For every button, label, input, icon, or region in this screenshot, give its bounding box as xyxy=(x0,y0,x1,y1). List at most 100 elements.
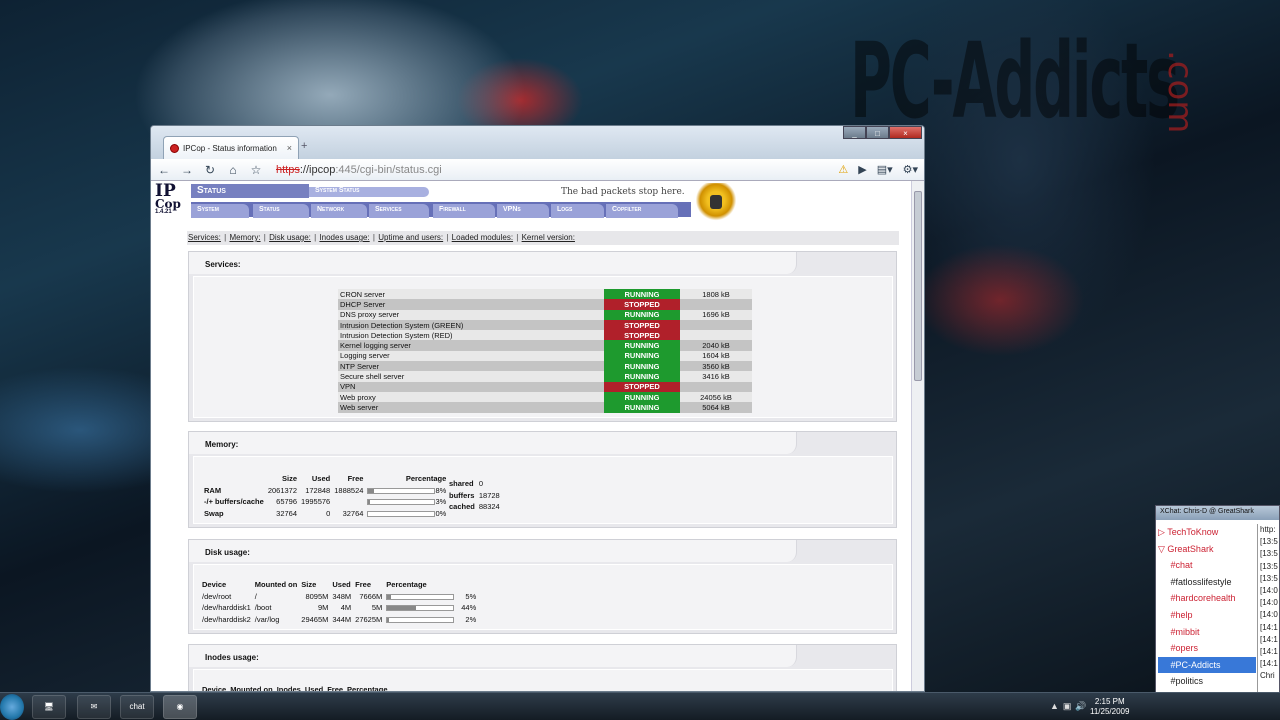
channel-item[interactable]: ▷ TechToKnow xyxy=(1158,524,1256,541)
channel-item[interactable]: #chat xyxy=(1158,557,1256,574)
xchat-title[interactable]: XChat: Chris-D @ GreatShark xyxy=(1156,506,1279,520)
service-name: DHCP Server xyxy=(338,299,604,310)
inodes-title: Inodes usage: xyxy=(205,653,259,662)
service-status: RUNNING xyxy=(604,340,680,351)
jump-link[interactable]: Disk usage: xyxy=(269,233,311,242)
bookmark-star-icon[interactable]: ☆ xyxy=(249,163,263,177)
nav-tab-status[interactable]: Status xyxy=(253,204,309,218)
channel-label: #fatlosslifestyle xyxy=(1170,576,1232,587)
scrollbar-thumb[interactable] xyxy=(914,191,922,381)
channel-item[interactable]: #fatlosslifestyle xyxy=(1158,574,1256,591)
chat-log-line: [13:5 xyxy=(1260,537,1278,547)
usage-bar xyxy=(386,605,455,612)
service-memory xyxy=(680,299,752,310)
nav-tab-firewall[interactable]: Firewall xyxy=(433,204,495,218)
nav-tab-logs[interactable]: Logs xyxy=(551,204,604,218)
desktop-wallpaper: PC-Addicts .com IPCop - Status informati… xyxy=(0,0,1280,692)
tab-ipcop-status[interactable]: IPCop - Status information × xyxy=(163,136,299,159)
channel-item[interactable]: #hardcorehealth xyxy=(1158,590,1256,607)
channel-item[interactable]: #politics xyxy=(1158,673,1256,690)
forward-icon[interactable]: → xyxy=(180,163,194,177)
memory-extra-value: 18728 xyxy=(478,490,500,500)
chat-log-line: [14:0 xyxy=(1260,598,1278,608)
chat-log-line: [14:1 xyxy=(1260,647,1278,657)
nav-tab-services[interactable]: Services xyxy=(369,204,429,218)
service-row: DHCP Server STOPPED xyxy=(338,299,752,310)
system-tray-icons[interactable]: ▲▣🔊 xyxy=(1050,701,1091,712)
minimize-button[interactable]: _ xyxy=(843,126,866,139)
page-menu-icon[interactable]: ▤▾ xyxy=(877,163,893,176)
services-table: CRON server RUNNING 1808 kB DHCP Server STOP… xyxy=(338,289,752,413)
back-icon[interactable]: ← xyxy=(157,163,171,177)
url-host: ://ipcop xyxy=(299,163,336,176)
service-row: DNS proxy server RUNNING 1696 kB xyxy=(338,309,752,320)
page-scrollbar[interactable] xyxy=(911,181,924,691)
disk-pct-text: 5% xyxy=(465,591,477,601)
close-tab-icon[interactable]: × xyxy=(287,143,292,153)
nav-tab-system[interactable]: System xyxy=(191,204,249,218)
browser-titlebar[interactable]: IPCop - Status information × + _ □ × xyxy=(151,126,924,159)
warning-icon[interactable]: ⚠ xyxy=(838,163,848,176)
home-icon[interactable]: ⌂ xyxy=(226,163,240,177)
disk-mount: /boot xyxy=(254,603,272,613)
service-status: STOPPED xyxy=(604,319,680,331)
jump-link[interactable]: Services: xyxy=(188,233,221,242)
nav-tab-vpns[interactable]: VPNs xyxy=(497,204,549,218)
new-tab-button[interactable]: + xyxy=(301,140,307,152)
service-name: Intrusion Detection System (GREEN) xyxy=(338,319,604,331)
taskbar-xchat-icon[interactable]: chat xyxy=(120,695,154,719)
address-bar[interactable]: https://ipcop:445/cgi-bin/status.cgi xyxy=(276,164,442,176)
chat-log-line: [14:0 xyxy=(1260,610,1278,620)
memory-extra-value: 88324 xyxy=(478,502,500,512)
service-row: Kernel logging server RUNNING 2040 kB xyxy=(338,340,752,351)
nav-tab-network[interactable]: Network xyxy=(311,204,367,218)
maximize-button[interactable]: □ xyxy=(866,126,889,139)
service-memory xyxy=(680,381,752,392)
usage-bar-fill xyxy=(368,500,371,505)
jump-link[interactable]: Inodes usage: xyxy=(319,233,369,242)
jump-link[interactable]: Memory: xyxy=(229,233,260,242)
disk-percentage: 44% xyxy=(384,602,478,614)
channel-item[interactable]: #mibbit xyxy=(1158,624,1256,641)
inodes-header: Mounted on xyxy=(230,685,273,692)
channel-item[interactable]: ▽ GreatShark xyxy=(1158,541,1256,558)
channel-item[interactable]: #opers xyxy=(1158,640,1256,657)
channel-label: TechToKnow xyxy=(1167,527,1219,537)
memory-percentage: 3% xyxy=(365,496,448,508)
tab-title: IPCop - Status information xyxy=(183,143,277,153)
memory-extra-row: cached 88324 xyxy=(447,501,502,513)
channel-label: #mibbit xyxy=(1170,626,1200,637)
memory-extra-row: shared 0 xyxy=(447,478,502,490)
disk-mount: /var/log xyxy=(254,614,280,624)
service-memory xyxy=(680,319,752,331)
service-row: Web proxy RUNNING 24056 kB xyxy=(338,391,752,403)
taskbar-chrome-icon[interactable]: ◉ xyxy=(163,695,197,719)
nav-tab-copfilter[interactable]: Copfilter xyxy=(606,204,678,218)
memory-free: 32764 xyxy=(342,508,364,518)
close-button[interactable]: × xyxy=(889,126,922,139)
system-clock[interactable]: 2:15 PM 11/25/2009 xyxy=(1090,697,1129,717)
start-button[interactable] xyxy=(0,694,24,720)
disk-header: Size xyxy=(301,580,317,590)
service-row: Web server RUNNING 5064 kB xyxy=(338,402,752,413)
wrench-menu-icon[interactable]: ⚙▾ xyxy=(903,163,918,176)
memory-label: RAM xyxy=(204,485,222,495)
service-memory: 5064 kB xyxy=(680,402,752,413)
disk-free: 5M xyxy=(371,603,383,613)
disk-free: 7666M xyxy=(359,591,383,601)
taskbar-explorer-icon[interactable]: 🖥 xyxy=(32,695,66,719)
jump-link[interactable]: Loaded modules: xyxy=(452,233,513,242)
channel-label: #hardcorehealth xyxy=(1170,593,1236,604)
jump-link[interactable]: Uptime and users: xyxy=(378,233,443,242)
play-icon[interactable]: ▶ xyxy=(858,163,866,176)
service-row: Secure shell server RUNNING 3416 kB xyxy=(338,371,752,382)
jump-link[interactable]: Kernel version: xyxy=(522,233,575,242)
service-status: RUNNING xyxy=(604,289,680,300)
channel-item[interactable]: #help xyxy=(1158,607,1256,624)
channel-item[interactable]: #PC-Addicts xyxy=(1158,656,1256,674)
taskbar-outlook-icon[interactable]: ✉ xyxy=(77,695,111,719)
service-status: RUNNING xyxy=(604,371,680,382)
service-name: Secure shell server xyxy=(338,371,604,382)
chrome-browser-window: IPCop - Status information × + _ □ × ← →… xyxy=(150,125,925,692)
reload-icon[interactable]: ↻ xyxy=(203,163,217,177)
